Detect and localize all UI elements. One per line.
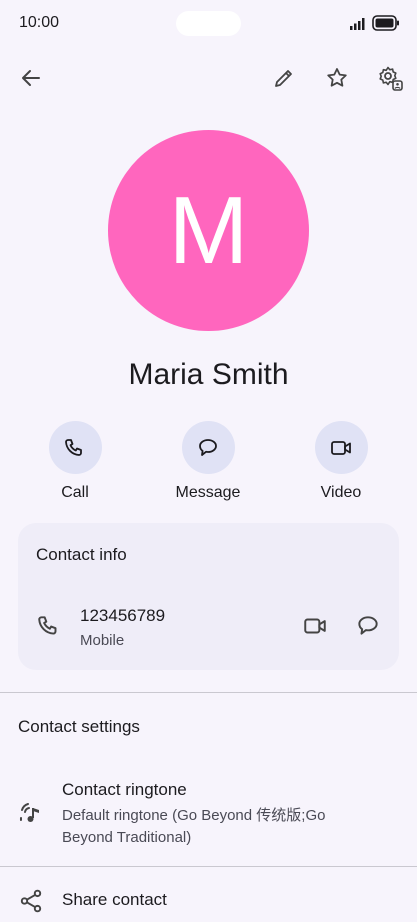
contact-ringtone-row[interactable]: Contact ringtone Default ringtone (Go Be… [0,770,417,855]
video-label: Video [320,484,362,501]
star-outline-icon [327,68,347,87]
call-action[interactable]: Call [15,421,135,502]
ringtone-label: Contact ringtone [62,780,187,799]
message-action[interactable]: Message [148,421,268,502]
signal-icon [350,16,367,35]
section-divider [0,692,417,693]
message-bubble-icon [199,438,217,456]
phone-icon [65,438,82,456]
contact-avatar: M [108,130,309,331]
ringtone-icon [18,800,44,831]
status-bar: 10:00 [0,0,417,48]
phone-type: Mobile [80,632,125,649]
video-camera-icon [331,440,351,455]
pencil-icon [275,70,292,87]
favorite-button[interactable] [319,60,355,96]
message-bubble-icon [358,616,378,635]
contact-name: Maria Smith [128,358,289,391]
gear-person-icon [379,66,403,91]
camera-notch [176,11,241,36]
message-number-button[interactable] [353,611,383,641]
battery-icon [372,15,400,36]
status-time: 10:00 [19,14,60,31]
contact-settings-button[interactable] [372,60,408,96]
phone-icon [36,613,62,644]
message-label: Message [175,484,241,501]
share-contact-label: Share contact [62,890,167,909]
share-contact-row[interactable]: Share contact [0,880,417,922]
contact-info-title: Contact info [36,545,127,564]
avatar-initial: M [168,176,249,284]
video-action[interactable]: Video [281,421,401,502]
edit-button[interactable] [266,60,302,96]
video-camera-icon [304,618,326,634]
ringtone-value: Default ringtone (Go Beyond 传统版;Go Beyon… [62,807,326,846]
arrow-back-icon [22,70,40,86]
contact-info-card: Contact info 123456789 Mobile [18,523,399,670]
section-divider [0,866,417,867]
video-button[interactable] [314,421,368,474]
call-label: Call [61,484,89,501]
share-icon [18,888,44,919]
back-button[interactable] [13,60,49,96]
contact-settings-title: Contact settings [18,717,140,736]
message-button[interactable] [181,421,235,474]
video-call-number-button[interactable] [300,611,330,641]
phone-number[interactable]: 123456789 [80,606,165,626]
call-button[interactable] [48,421,102,474]
